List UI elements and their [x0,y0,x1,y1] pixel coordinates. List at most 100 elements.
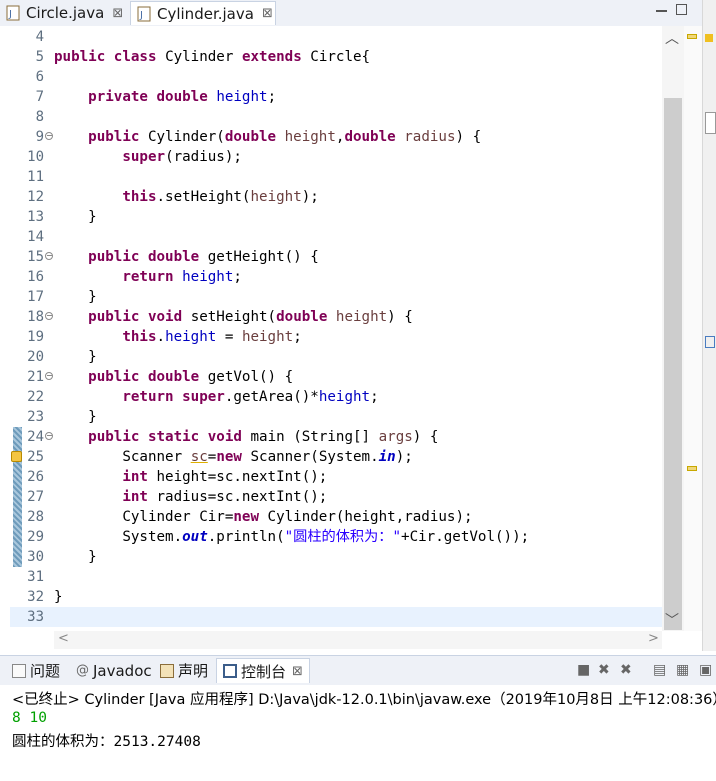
scroll-right-icon[interactable]: > [648,631,659,646]
code-line: 23 } [10,407,662,427]
pin-console-icon[interactable]: ▣ [699,662,712,678]
code-line: 7 private double height; [10,87,662,107]
code-text: int height=sc.nextInt(); [122,469,328,485]
code-line: 25 Scanner sc=new Scanner(System.in); [10,447,662,467]
code-line: 8 [10,107,662,127]
code-text: } [88,549,97,565]
code-line: 32 } [10,587,662,607]
declaration-icon [160,663,174,678]
overview-marker[interactable] [687,34,697,39]
tab-label: Circle.java [26,4,105,22]
overview-ruler[interactable] [684,26,702,631]
line-number: 21 [27,369,44,385]
code-text: this.height = height; [122,329,302,345]
fold-toggle-icon[interactable]: − [45,312,53,320]
fold-toggle-icon[interactable]: − [45,132,53,140]
fold-toggle-icon[interactable]: − [45,372,53,380]
svg-text:J: J [139,10,143,21]
tab-circle-java[interactable]: J Circle.java ⊠ [0,1,130,25]
line-number: 13 [27,209,44,225]
outline-icon[interactable] [705,336,715,348]
line-number: 17 [27,289,44,305]
fold-toggle-icon[interactable]: − [45,432,53,440]
close-icon[interactable]: ⊠ [262,6,273,21]
line-number: 6 [35,69,44,85]
code-text: public double getVol() { [88,369,294,385]
line-number: 5 [35,49,44,65]
close-icon[interactable]: ⊠ [292,664,303,679]
scrollbar-thumb[interactable] [664,98,682,630]
tab-declaration[interactable]: 声明 [160,658,208,683]
code-line: 21 − public double getVol() { [10,367,662,387]
vertical-scrollbar[interactable]: ︿ ﹀ [662,26,684,631]
console-input-line: 8 10 [12,710,47,726]
code-line: 33 [10,607,662,627]
right-side-panel-edge [702,0,716,651]
line-number: 15 [27,249,44,265]
code-line: 18 − public void setHeight(double height… [10,307,662,327]
code-text: public double getHeight() { [88,249,319,265]
code-text: } [54,589,63,605]
marker-icon [705,34,713,42]
remove-all-icon[interactable]: ✖ [620,662,632,678]
tab-problems[interactable]: 问题 [12,658,60,683]
code-line: 13 } [10,207,662,227]
close-icon[interactable]: ⊠ [112,6,123,21]
code-text: this.setHeight(height); [122,189,319,205]
line-number: 25 [27,449,44,465]
line-number: 20 [27,349,44,365]
code-text: } [88,209,97,225]
line-number: 18 [27,309,44,325]
code-text: public class Cylinder extends Circle{ [54,49,371,65]
code-line: 20 } [10,347,662,367]
line-number: 7 [35,89,44,105]
fold-toggle-icon[interactable]: − [45,252,53,260]
horizontal-scrollbar[interactable]: < > [54,631,662,649]
code-line: 28 Cylinder Cir=new Cylinder(height,radi… [10,507,662,527]
tab-console[interactable]: 控制台 ⊠ [216,658,310,683]
code-text: int radius=sc.nextInt(); [122,489,328,505]
code-text: private double height; [88,89,277,105]
overview-marker[interactable] [687,466,697,471]
line-number: 4 [35,29,44,45]
scroll-left-icon[interactable]: < [58,631,69,646]
clear-console-icon[interactable]: ▤ [653,662,666,678]
tab-cylinder-java[interactable]: J Cylinder.java ⊠ [130,1,276,25]
line-number: 24 [27,429,44,445]
scroll-down-icon[interactable]: ﹀ [665,610,679,630]
code-line: 30 } [10,547,662,567]
problems-icon [12,663,26,678]
remove-launch-icon[interactable]: ✖ [598,662,610,678]
svg-text:J: J [8,9,12,20]
terminate-icon[interactable]: ■ [577,662,590,678]
code-line: 17 } [10,287,662,307]
console-output-line: 圆柱的体积为：2513.27408 [12,734,201,750]
code-line: 4 [10,27,662,47]
code-text: Scanner sc=new Scanner(System.in); [122,449,413,465]
line-number: 31 [27,569,44,585]
minimize-icon[interactable] [656,4,667,12]
console-tab-bar: 问题 @ Javadoc 声明 控制台 ⊠ ■ ✖ ✖ ▤ ▦ ▣ [0,655,716,686]
java-file-icon: J [6,5,20,21]
code-line: 11 [10,167,662,187]
panel-field[interactable] [705,112,716,134]
code-text: return super.getArea()*height; [122,389,379,405]
console-icon [223,664,237,678]
line-number: 12 [27,189,44,205]
code-text: super(radius); [122,149,242,165]
code-line: 6 [10,67,662,87]
code-line: 19 this.height = height; [10,327,662,347]
code-line: 27 int radius=sc.nextInt(); [10,487,662,507]
tab-javadoc[interactable]: @ Javadoc [76,658,152,683]
scroll-lock-icon[interactable]: ▦ [676,662,689,678]
line-number: 16 [27,269,44,285]
code-line: 29 System.out.println("圆柱的体积为："+Cir.getV… [10,527,662,547]
line-number: 14 [27,229,44,245]
line-number: 8 [35,109,44,125]
code-text: } [88,349,97,365]
code-line: 26 int height=sc.nextInt(); [10,467,662,487]
scroll-up-icon[interactable]: ︿ [665,28,679,48]
line-number: 30 [27,549,44,565]
code-text: System.out.println("圆柱的体积为："+Cir.getVol(… [122,529,530,545]
maximize-icon[interactable] [676,4,687,15]
